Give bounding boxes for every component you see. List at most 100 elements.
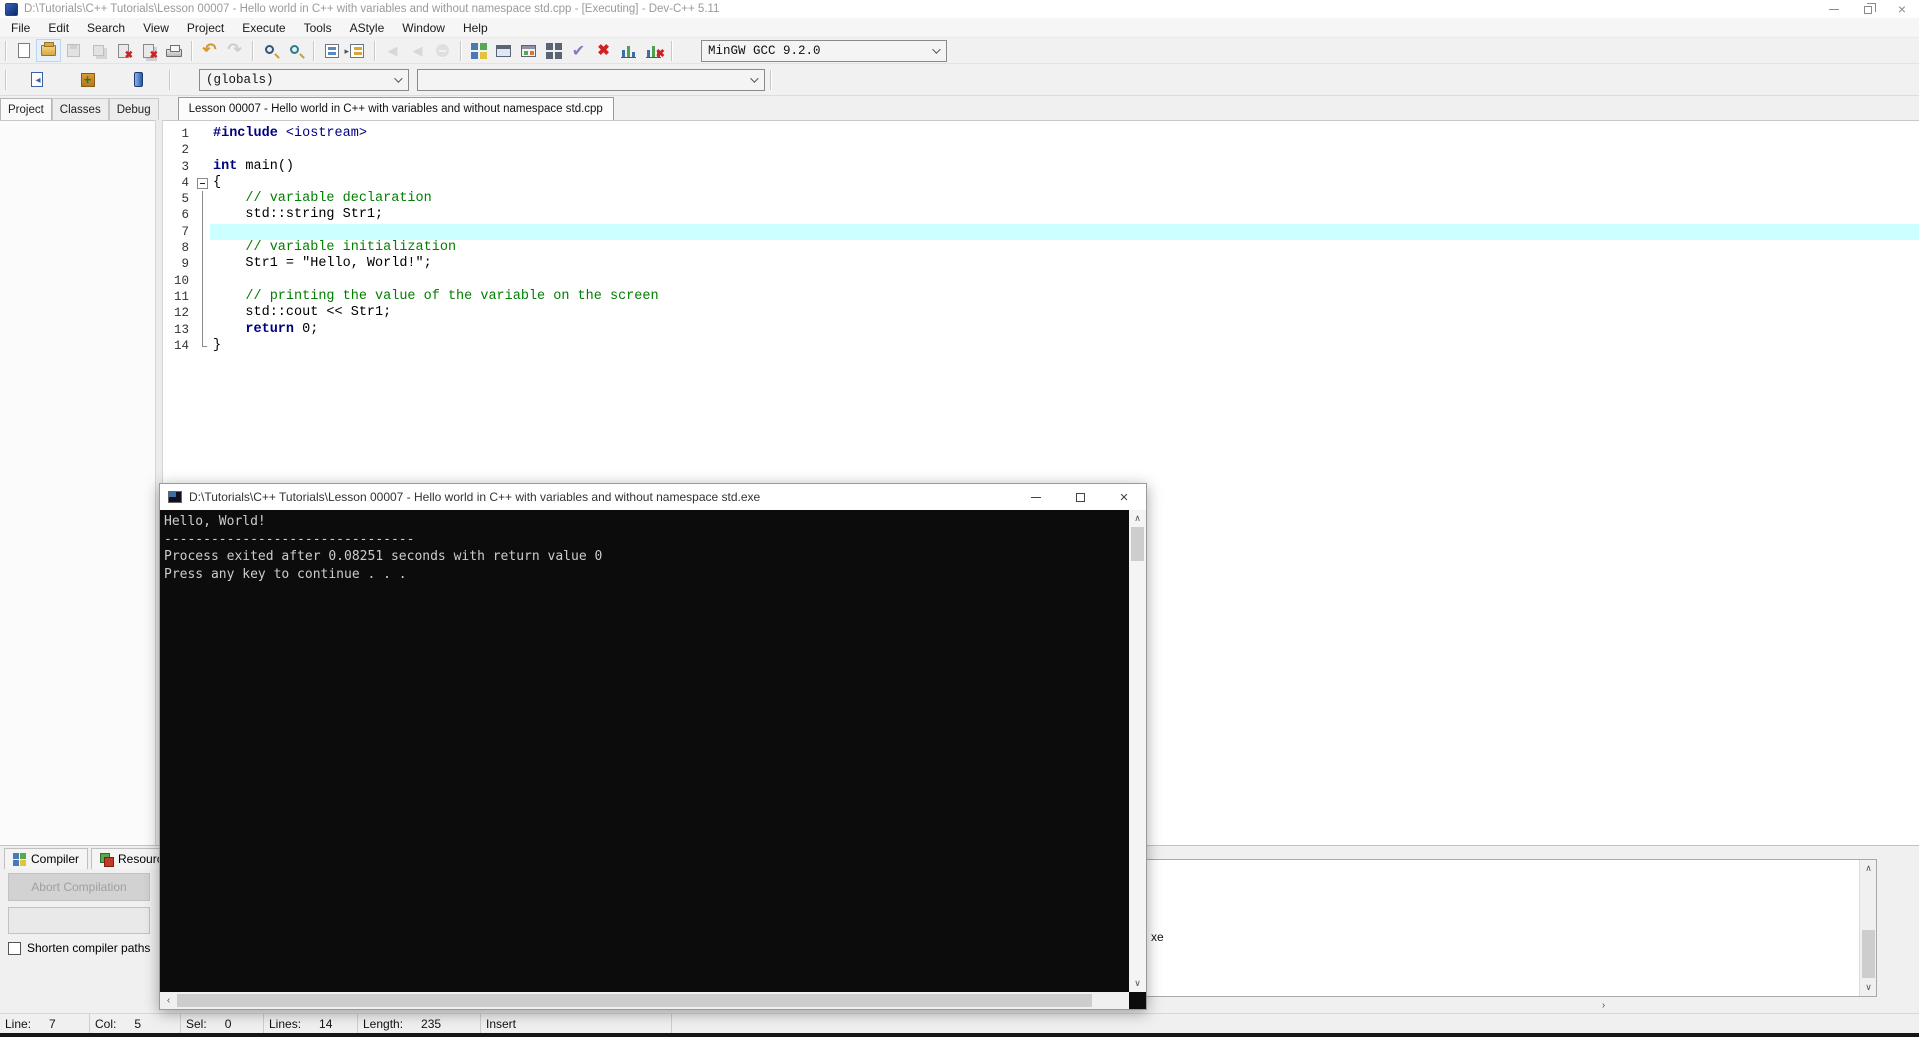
fold-marker[interactable] [196,337,210,354]
scroll-right-icon[interactable]: › [1595,997,1612,1014]
abort-compilation-button: Abort Compilation [8,873,150,901]
scrollbar-thumb[interactable] [1131,527,1144,561]
line-number[interactable]: 8 [163,240,196,256]
tab-debug[interactable]: Debug [108,98,159,120]
tab-project[interactable]: Project [0,98,52,120]
line-number[interactable]: 13 [163,322,196,338]
line-number[interactable]: 3 [163,159,196,175]
find-button[interactable] [258,39,283,62]
compile-button[interactable] [466,39,491,62]
print-button[interactable] [161,39,186,62]
menu-bar: File Edit Search View Project Execute Tools ASt… [0,18,1919,38]
goto-bookmark-button[interactable] [126,68,151,91]
fold-marker[interactable] [196,191,210,208]
add-bookmark-button[interactable] [75,68,100,91]
fold-marker[interactable] [196,272,210,290]
menu-help[interactable]: Help [454,18,497,38]
scroll-down-icon[interactable]: ∨ [1860,979,1877,996]
fold-marker[interactable] [196,240,210,257]
console-maximize-button[interactable] [1058,484,1102,510]
new-source-button[interactable] [11,39,36,62]
code-token: { [213,174,222,190]
console-close-button[interactable]: × [1102,484,1146,510]
close-all-button[interactable] [136,39,161,62]
fold-marker[interactable] [196,223,210,241]
line-number[interactable]: 6 [163,207,196,223]
line-number[interactable]: 9 [163,256,196,272]
fold-marker[interactable] [196,288,210,306]
fold-marker[interactable] [196,305,210,322]
scrollbar-thumb[interactable] [177,994,1092,1007]
fold-marker[interactable] [196,256,210,273]
menu-tools[interactable]: Tools [295,18,341,38]
scroll-down-icon[interactable]: ∨ [1129,975,1146,992]
close-button[interactable]: × [1885,0,1919,18]
scroll-up-icon[interactable]: ∧ [1129,510,1146,527]
line-number[interactable]: 2 [163,142,196,158]
line-number[interactable]: 12 [163,305,196,321]
compile-log-vertical-scrollbar[interactable]: ∧ ∨ [1859,860,1876,996]
shorten-paths-checkbox[interactable] [8,941,21,955]
goto-function-button[interactable] [319,39,344,62]
rebuild-all-button[interactable] [541,39,566,62]
scroll-up-icon[interactable]: ∧ [1860,860,1877,877]
report-tab-compiler[interactable]: Compiler [4,848,89,869]
line-number[interactable]: 7 [163,224,196,240]
code-token: std::cout << Str1; [213,305,392,321]
abort-compilation-button[interactable] [591,39,616,62]
status-label: Col: [95,1016,117,1031]
menu-window[interactable]: Window [393,18,454,38]
close-icon: × [1119,488,1129,506]
editor-file-tab[interactable]: Lesson 00007 - Hello world in C++ with v… [177,97,614,120]
console-title-bar[interactable]: D:\Tutorials\C++ Tutorials\Lesson 00007 … [160,484,1146,510]
close-button[interactable] [111,39,136,62]
members-select[interactable] [417,68,765,91]
line-number[interactable]: 14 [163,338,196,354]
line-number[interactable]: 11 [163,289,196,305]
syntax-check-button[interactable] [566,39,591,62]
tab-classes[interactable]: Classes [51,98,109,120]
status-value: 14 [319,1016,333,1031]
scrollbar-thumb[interactable] [1862,930,1875,978]
compile-run-button[interactable] [516,39,541,62]
replace-button[interactable] [283,39,308,62]
globals-select[interactable]: (globals) [199,68,409,91]
console-line: -------------------------------- [164,531,415,547]
status-label: Line: [5,1016,32,1031]
menu-file[interactable]: File [2,18,39,38]
fold-marker[interactable] [196,207,210,225]
code-text: // printing the value of the variable on… [210,289,658,305]
line-number[interactable]: 10 [163,273,196,289]
line-number[interactable]: 5 [163,191,196,207]
line-number[interactable]: 4 [163,175,196,191]
fold-marker[interactable] [196,321,210,339]
undo-button[interactable] [197,39,222,62]
fold-marker[interactable] [196,175,210,191]
compiler-select[interactable]: MinGW GCC 9.2.0 [701,39,947,62]
insert-snippet-button[interactable] [24,68,49,91]
scroll-left-icon[interactable]: ‹ [160,992,177,1009]
minimize-button[interactable] [1817,0,1851,18]
console-vertical-scrollbar[interactable]: ∧ ∨ [1129,510,1146,992]
menu-search[interactable]: Search [78,18,134,38]
console-minimize-button[interactable] [1014,484,1058,510]
restore-button[interactable] [1851,0,1885,18]
menu-execute[interactable]: Execute [233,18,294,38]
menu-edit[interactable]: Edit [39,18,78,38]
status-value: 0 [224,1016,232,1031]
code-text: Str1 = "Hello, World!"; [210,256,431,272]
console-output[interactable]: Hello, World! ---------------------------… [160,510,1129,992]
open-button[interactable] [36,39,61,62]
delete-profiling-button[interactable] [641,39,666,62]
line-number[interactable]: 1 [163,126,196,142]
goto-line-button[interactable] [344,39,369,62]
code-line: 1 #include <iostream> [163,126,1919,142]
menu-project[interactable]: Project [178,18,233,38]
run-button[interactable] [491,39,516,62]
delete-profiling-icon [646,43,665,60]
console-horizontal-scrollbar[interactable]: ‹ [160,992,1129,1009]
menu-astyle[interactable]: AStyle [341,18,394,38]
status-field-line: Line: 7 [0,1014,90,1033]
menu-view[interactable]: View [134,18,178,38]
profile-button[interactable] [616,39,641,62]
